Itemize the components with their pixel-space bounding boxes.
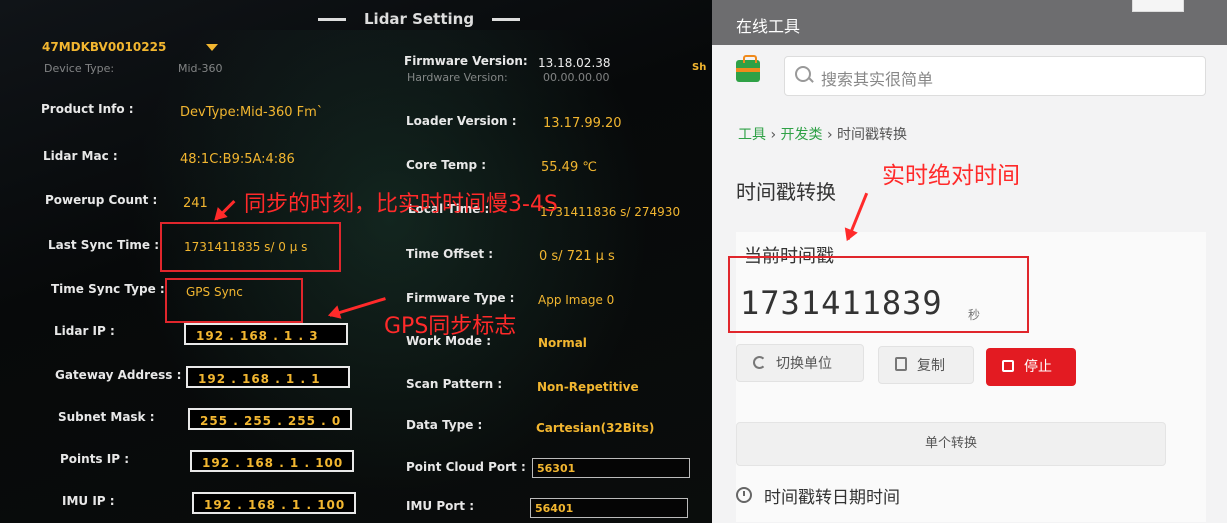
imu-port-input[interactable]: 56401 [530, 498, 688, 518]
sync-type-highlight-box [165, 278, 303, 323]
breadcrumb-tools[interactable]: 工具 [738, 127, 766, 143]
switch-unit-button[interactable]: 切换单位 [736, 344, 864, 382]
breadcrumb: 工具 › 开发类 › 时间戳转换 [738, 127, 907, 143]
gps-annotation: GPS同步标志 [384, 314, 517, 339]
lidar-setting-panel: Lidar Setting 47MDKBV0010225 Sh Device T… [0, 0, 791, 523]
hardware-version-value: 00.00.00.00 [543, 71, 610, 84]
work-mode-select[interactable]: Normal [538, 336, 722, 350]
core-temp-value: 55.49 ℃ [541, 160, 597, 175]
search-icon [795, 66, 811, 82]
breadcrumb-current: 时间戳转换 [837, 127, 907, 143]
sh-link[interactable]: Sh [692, 62, 706, 73]
product-info-label: Product Info : [41, 102, 134, 116]
lidar-mac-value: 48:1C:B9:5A:4:86 [180, 152, 295, 167]
device-type-value: Mid-360 [178, 62, 223, 75]
lidar-ip-input[interactable]: 192 . 168 . 1 . 3 [184, 323, 348, 345]
window-titlebar: 在线工具 [712, 0, 1227, 45]
device-selector[interactable]: 47MDKBV0010225 [42, 40, 219, 54]
loader-version-value: 13.17.99.20 [543, 116, 622, 131]
core-temp-label: Core Temp : [406, 158, 487, 172]
search-placeholder: 搜索其实很简单 [821, 70, 934, 89]
points-ip-input[interactable]: 192 . 168 . 1 . 100 [190, 450, 354, 472]
single-convert-button[interactable]: 单个转换 [736, 422, 1166, 466]
loader-version-label: Loader Version : [406, 114, 517, 128]
subnet-mask-input[interactable]: 255 . 255 . 255 . 0 [188, 408, 352, 430]
search-input[interactable]: 搜索其实很简单 [784, 56, 1206, 96]
refresh-icon [753, 356, 766, 369]
lidar-ip-label: Lidar IP : [54, 324, 115, 338]
firmware-version-label: Firmware Version: [404, 54, 528, 68]
points-ip-label: Points IP : [60, 452, 129, 466]
panel-title: Lidar Setting [300, 10, 538, 28]
copy-button[interactable]: 复制 [878, 346, 974, 384]
chevron-down-icon[interactable] [206, 44, 219, 51]
timestamp-highlight-box [728, 256, 1029, 333]
window-control-button[interactable] [1132, 0, 1184, 12]
local-time-value: 1731411836 s/ 274930 [540, 205, 681, 219]
breadcrumb-dev[interactable]: 开发类 [781, 127, 823, 143]
data-type-select[interactable]: Cartesian(32Bits) [536, 421, 791, 435]
scan-pattern-select[interactable]: Non-Repetitive [537, 380, 773, 394]
imu-ip-input[interactable]: 192 . 168 . 1 . 100 [192, 492, 356, 514]
hardware-version-label: Hardware Version: [407, 71, 508, 84]
imu-ip-label: IMU IP : [62, 494, 115, 508]
point-cloud-port-input[interactable]: 56301 [532, 458, 690, 478]
sync-annotation: 同步的时刻，比实时时间慢3-4S [244, 192, 558, 217]
last-sync-time-label: Last Sync Time : [48, 238, 160, 252]
window-title: 在线工具 [736, 17, 801, 36]
time-offset-label: Time Offset : [406, 247, 494, 261]
device-type-label: Device Type: [44, 62, 115, 75]
scan-pattern-label: Scan Pattern : [406, 377, 503, 391]
time-offset-value: 0 s/ 721 μ s [539, 249, 615, 264]
gateway-address-label: Gateway Address : [55, 368, 182, 382]
realtime-annotation: 实时绝对时间 [882, 163, 1020, 189]
product-info-value: DevType:Mid-360 Fm` [180, 105, 324, 120]
data-type-label: Data Type : [406, 418, 483, 432]
clock-icon [736, 487, 752, 503]
subnet-mask-label: Subnet Mask : [58, 410, 155, 424]
last-sync-highlight-box [160, 222, 341, 272]
powerup-count-value: 241 [183, 196, 208, 211]
firmware-type-label: Firmware Type : [406, 291, 515, 305]
online-tool-window: 在线工具 搜索其实很简单 工具 › 开发类 › 时间戳转换 时间戳转换 当前时间… [712, 0, 1227, 523]
firmware-version-value: 13.18.02.38 [538, 56, 611, 70]
lidar-mac-label: Lidar Mac : [43, 149, 118, 163]
stop-icon [1002, 360, 1014, 372]
stop-button[interactable]: 停止 [986, 348, 1076, 386]
imu-port-label: IMU Port : [406, 499, 474, 513]
firmware-type-value: App Image 0 [538, 293, 615, 307]
copy-icon [895, 357, 907, 371]
page-title: 时间戳转换 [736, 180, 836, 204]
gateway-address-input[interactable]: 192 . 168 . 1 . 1 [186, 366, 350, 388]
section-title-date-convert: 时间戳转日期时间 [764, 488, 900, 508]
point-cloud-port-label: Point Cloud Port : [406, 460, 526, 474]
time-sync-type-label: Time Sync Type : [51, 282, 165, 296]
powerup-count-label: Powerup Count : [45, 193, 158, 207]
toolbox-logo-icon[interactable] [736, 55, 760, 82]
